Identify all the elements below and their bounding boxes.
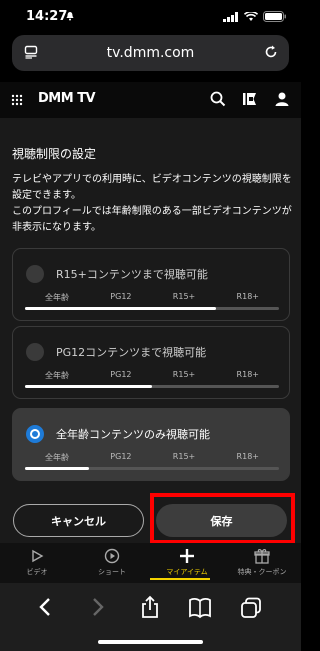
- bookmarks-icon[interactable]: [188, 597, 212, 619]
- tick-label: R18+: [236, 370, 259, 379]
- age-ticks: 全年齢 PG12 R15+ R18+: [25, 292, 279, 303]
- signal-icon: [223, 11, 238, 22]
- nav-label: マイアイテム: [166, 568, 208, 576]
- option-all-ages[interactable]: 全年齢コンテンツのみ視聴可能 全年齢 PG12 R15+ R18+: [12, 408, 290, 481]
- active-nav-indicator: [150, 578, 210, 580]
- play-icon: [32, 549, 44, 563]
- search-icon[interactable]: [209, 90, 227, 108]
- tick-label: 全年齢: [45, 371, 69, 380]
- app-bottom-nav: ビデオ ショート マイアイテム 特典・クーポン: [0, 543, 301, 583]
- nav-label: ショート: [98, 568, 126, 576]
- cast-icon[interactable]: [241, 90, 259, 108]
- description-line-1: テレビやアプリでの利用時に、ビデオコンテンツの視聴制限を設定できます。: [12, 174, 292, 201]
- gift-icon: [254, 549, 270, 564]
- reload-icon[interactable]: [263, 44, 279, 60]
- description-line-2: このプロフィールでは年齢制限のある一部ビデオコンテンツが非表示になります。: [12, 206, 292, 233]
- nav-item-short[interactable]: ショート: [77, 547, 147, 577]
- tick-label: R15+: [172, 292, 196, 301]
- nav-item-my-items[interactable]: マイアイテム: [152, 547, 222, 577]
- radio-button[interactable]: [26, 265, 44, 283]
- page-title: 視聴制限の設定: [12, 147, 97, 161]
- battery-icon: [263, 11, 286, 22]
- highlight-box: [150, 493, 295, 544]
- tick-label: PG12: [110, 370, 132, 379]
- page-icon[interactable]: [24, 45, 38, 59]
- tick-label: PG12: [110, 452, 132, 461]
- level-track: [25, 307, 279, 310]
- bell-icon: [66, 12, 74, 21]
- tick-label: R18+: [236, 292, 259, 301]
- share-icon[interactable]: [139, 595, 161, 619]
- nav-label: ビデオ: [26, 568, 48, 576]
- age-ticks: 全年齢 PG12 R15+ R18+: [25, 370, 279, 381]
- tick-label: R18+: [236, 452, 259, 461]
- option-r15[interactable]: R15+コンテンツまで視聴可能 全年齢 PG12 R15+ R18+: [12, 248, 290, 321]
- status-time: 14:27: [26, 9, 68, 24]
- back-icon[interactable]: [36, 597, 54, 617]
- level-track: [25, 385, 279, 388]
- tick-label: 全年齢: [45, 293, 69, 302]
- url-bar[interactable]: tv.dmm.com: [12, 35, 289, 71]
- nav-item-video[interactable]: ビデオ: [2, 547, 72, 577]
- dmm-tv-logo[interactable]: DMM TV: [38, 91, 96, 106]
- tick-label: 全年齢: [45, 453, 69, 462]
- parental-control-page: 視聴制限の設定 テレビやアプリでの利用時に、ビデオコンテンツの視聴制限を設定でき…: [0, 118, 301, 544]
- forward-icon[interactable]: [89, 597, 107, 617]
- grid-menu-icon[interactable]: [11, 94, 23, 106]
- tick-label: R15+: [172, 370, 196, 379]
- page-description: テレビやアプリでの利用時に、ビデオコンテンツの視聴制限を設定できます。 このプロ…: [12, 172, 292, 236]
- radio-button-selected[interactable]: [26, 425, 44, 443]
- radio-button[interactable]: [26, 343, 44, 361]
- option-label: 全年齢コンテンツのみ視聴可能: [56, 428, 210, 441]
- option-label: PG12コンテンツまで視聴可能: [56, 346, 207, 359]
- profile-icon[interactable]: [273, 90, 291, 108]
- home-indicator: [98, 640, 203, 644]
- wifi-icon: [244, 11, 258, 21]
- nav-item-coupons[interactable]: 特典・クーポン: [227, 547, 297, 577]
- level-fill: [25, 307, 216, 310]
- level-track: [25, 467, 279, 470]
- tabs-icon[interactable]: [240, 597, 262, 619]
- url-text[interactable]: tv.dmm.com: [12, 45, 289, 61]
- option-pg12[interactable]: PG12コンテンツまで視聴可能 全年齢 PG12 R15+ R18+: [12, 326, 290, 399]
- tick-label: PG12: [110, 292, 132, 301]
- nav-label: 特典・クーポン: [237, 568, 287, 576]
- level-fill: [25, 385, 152, 388]
- tick-label: R15+: [172, 452, 196, 461]
- cancel-button[interactable]: キャンセル: [13, 504, 144, 537]
- short-play-icon: [104, 548, 120, 564]
- option-label: R15+コンテンツまで視聴可能: [56, 268, 208, 281]
- age-ticks: 全年齢 PG12 R15+ R18+: [25, 452, 279, 463]
- plus-icon: [180, 549, 194, 563]
- status-bar: 14:27: [0, 0, 301, 34]
- level-fill: [25, 467, 89, 470]
- app-header: DMM TV: [0, 82, 301, 118]
